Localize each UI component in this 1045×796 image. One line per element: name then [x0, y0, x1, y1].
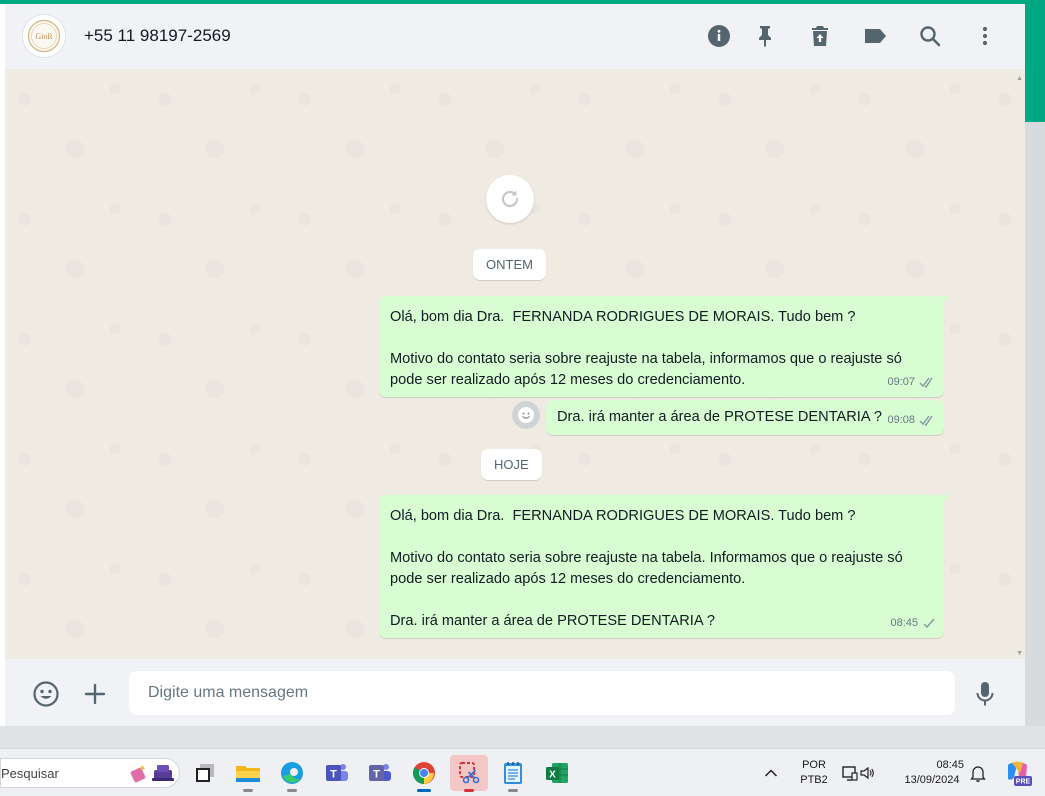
notepad-button[interactable] [494, 755, 532, 792]
date-chip-yesterday: ONTEM [473, 249, 546, 280]
task-view-icon [196, 764, 214, 782]
smiley-icon [518, 407, 534, 423]
message-text: Dra. irá manter a área de PROTESE DENTAR… [557, 409, 882, 425]
search-icon[interactable] [916, 22, 944, 50]
copilot-icon: PRE [1008, 761, 1032, 786]
scroll-up-arrow-icon[interactable]: ▲ [1016, 75, 1023, 82]
bubble-tail [942, 495, 950, 503]
single-check-icon [923, 618, 935, 629]
chevron-up-icon [764, 769, 778, 777]
snipping-tool-button[interactable] [450, 755, 488, 792]
teams-icon: T [326, 764, 348, 781]
clock-date: 13/09/2024 [904, 774, 960, 786]
emoji-icon [33, 681, 59, 707]
microphone-icon [976, 682, 994, 706]
folder-icon [236, 766, 260, 782]
message-meta: 08:45 [890, 613, 936, 634]
more-icon[interactable] [971, 22, 999, 50]
teams-new-icon: T [369, 764, 391, 781]
task-view-button[interactable] [186, 755, 224, 791]
plus-icon [84, 683, 106, 705]
refresh-icon [501, 190, 519, 208]
label-icon[interactable] [861, 22, 889, 50]
running-indicator [287, 789, 297, 792]
teams-button[interactable]: T [361, 755, 399, 791]
contact-name[interactable]: +55 11 98197-2569 [84, 26, 231, 46]
svg-text:T: T [330, 769, 337, 781]
pin-icon[interactable] [751, 22, 779, 50]
svg-text:GioR: GioR [35, 32, 53, 41]
contact-avatar[interactable]: GioR [22, 14, 66, 58]
message-meta: 09:08 [887, 410, 936, 431]
message-text: Olá, bom dia Dra. FERNANDA RODRIGUES DE … [390, 309, 902, 388]
excel-button[interactable]: X [538, 755, 576, 791]
outgoing-message[interactable]: Dra. irá manter a área de PROTESE DENTAR… [546, 400, 944, 435]
scroll-down-arrow-icon[interactable]: ▼ [1016, 650, 1023, 657]
attach-button[interactable] [80, 679, 110, 709]
snipping-tool-icon [459, 762, 480, 784]
voice-message-button[interactable] [970, 679, 1000, 709]
clock[interactable]: 08:45 13/09/2024 [896, 759, 968, 786]
message-meta: 09:07 [887, 372, 936, 393]
running-indicator [243, 789, 253, 792]
chrome-button[interactable] [405, 755, 443, 792]
delete-icon[interactable] [806, 22, 834, 50]
volume-icon [860, 766, 874, 780]
network-icon [842, 766, 858, 781]
taskbar-search-box[interactable]: Pesquisar [0, 758, 180, 788]
outgoing-message[interactable]: Olá, bom dia Dra. FERNANDA RODRIGUES DE … [379, 296, 950, 397]
svg-text:PRE: PRE [1016, 779, 1031, 786]
window-edge [1025, 122, 1045, 726]
message-time: 09:07 [887, 376, 915, 388]
file-explorer-button[interactable] [229, 755, 267, 792]
desktop-background [0, 726, 1045, 748]
message-time: 09:08 [887, 414, 915, 426]
window-accent-strip [1025, 4, 1045, 122]
svg-text:X: X [549, 770, 556, 781]
running-indicator [508, 789, 518, 792]
svg-text:T: T [373, 769, 380, 781]
bell-icon [970, 766, 986, 782]
running-indicator [464, 789, 474, 792]
edge-button[interactable] [273, 755, 311, 792]
emoji-button[interactable] [31, 679, 61, 709]
language-label: POR [802, 759, 826, 771]
network-volume-button[interactable] [836, 755, 880, 791]
active-indicator [417, 789, 431, 792]
outgoing-message[interactable]: Olá, bom dia Dra. FERNANDA RODRIGUES DE … [379, 495, 950, 638]
copilot-button[interactable]: PRE [998, 755, 1038, 791]
input-language-indicator[interactable]: POR PTB2 [796, 759, 832, 786]
react-emoji-button[interactable] [512, 401, 540, 429]
teams-classic-button[interactable]: T [318, 755, 356, 791]
message-text: Olá, bom dia Dra. FERNANDA RODRIGUES DE … [390, 508, 903, 629]
double-check-icon [919, 415, 933, 426]
date-chip-today: HOJE [481, 449, 542, 480]
notepad-icon [504, 762, 522, 784]
show-hidden-icons-button[interactable] [756, 755, 786, 791]
edge-icon [281, 762, 303, 784]
excel-icon: X [546, 763, 568, 783]
gior-logo-icon: GioR [28, 20, 60, 52]
chat-window: GioR +55 11 98197-2569 ▲ ONTEM Olá, bom … [5, 4, 1025, 726]
info-icon[interactable] [705, 22, 733, 50]
message-composer [5, 659, 1025, 726]
bubble-tail [942, 296, 950, 304]
notifications-button[interactable] [962, 755, 994, 791]
message-list[interactable]: ▲ ONTEM Olá, bom dia Dra. FERNANDA RODRI… [5, 69, 1025, 659]
windows-taskbar: Pesquisar T T X POR PTB2 08:45 13/09/202… [0, 748, 1045, 796]
load-earlier-button[interactable] [486, 175, 534, 223]
keyboard-label: PTB2 [800, 774, 828, 786]
search-highlight-icon [130, 765, 174, 783]
search-label: Pesquisar [1, 766, 59, 781]
chat-header: GioR +55 11 98197-2569 [5, 4, 1025, 70]
message-input[interactable] [129, 671, 955, 715]
double-check-icon [919, 377, 933, 388]
clock-time: 08:45 [936, 759, 964, 771]
chrome-icon [413, 762, 435, 784]
message-time: 08:45 [890, 617, 918, 629]
